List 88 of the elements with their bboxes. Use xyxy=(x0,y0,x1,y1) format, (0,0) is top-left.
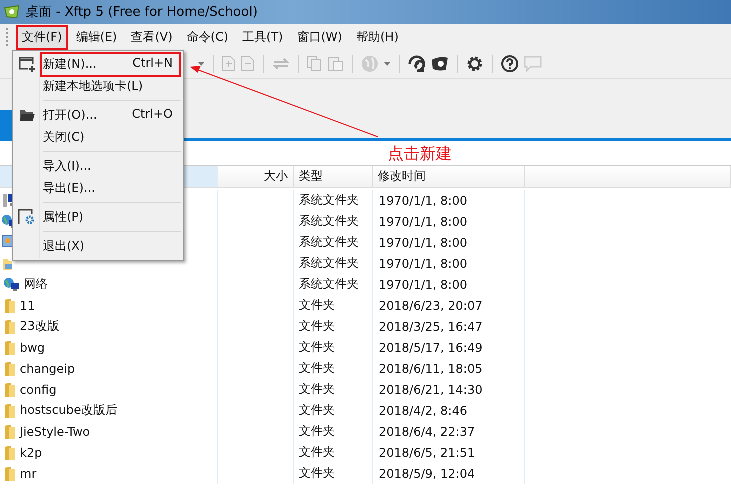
file-name: JieStyle-Two xyxy=(20,424,90,438)
folder-icon xyxy=(4,298,16,314)
file-type: 系统文件夹 xyxy=(299,276,359,293)
control-panel-icon xyxy=(2,235,12,250)
chat-icon[interactable] xyxy=(524,56,542,72)
new-window-icon xyxy=(19,56,35,72)
file-type: 文件夹 xyxy=(299,444,335,461)
menu-item[interactable]: 查看(V) xyxy=(125,24,179,50)
modified-time: 1970/1/1, 8:00 xyxy=(379,256,468,270)
menu-item[interactable]: 退出(X) xyxy=(41,234,181,258)
file-type: 系统文件夹 xyxy=(299,255,359,272)
copy-icon[interactable] xyxy=(307,56,323,72)
file-name: k2p xyxy=(20,446,42,460)
modified-time: 1970/1/1, 8:00 xyxy=(379,236,468,250)
menu-item[interactable]: 属性(P) xyxy=(41,204,181,230)
file-type: 文件夹 xyxy=(299,423,335,440)
modified-time: 2018/4/2, 8:46 xyxy=(379,404,468,418)
file-type: 系统文件夹 xyxy=(299,234,359,251)
modified-time: 1970/1/1, 8:00 xyxy=(379,214,468,228)
modified-time: 2018/3/25, 16:47 xyxy=(379,320,483,334)
file-name: mr xyxy=(20,466,37,480)
folder-icon xyxy=(4,340,16,356)
file-name: 网络 xyxy=(24,276,48,293)
menu-item[interactable]: 新建(N)... Ctrl+N xyxy=(40,52,181,76)
menu-item[interactable]: 导入(I)... xyxy=(41,154,181,178)
caret-icon[interactable] xyxy=(384,62,391,66)
file-type: 文件夹 xyxy=(299,297,335,314)
modified-time: 2018/6/21, 14:30 xyxy=(379,382,483,396)
folder-icon xyxy=(4,360,16,376)
app-icon xyxy=(4,5,20,19)
caret-icon[interactable] xyxy=(198,62,205,66)
file-type: 文件夹 xyxy=(299,360,335,377)
menu-item[interactable]: 编辑(E) xyxy=(70,24,124,50)
modified-time: 2018/6/4, 22:37 xyxy=(379,424,476,438)
folder-icon xyxy=(4,318,16,334)
modified-time: 2018/5/9, 12:04 xyxy=(379,466,476,480)
folder-icon xyxy=(4,382,16,398)
folder-icon xyxy=(4,466,16,482)
file-type: 系统文件夹 xyxy=(299,192,359,209)
window-title: 桌面 - Xftp 5 (Free for Home/School) xyxy=(26,4,258,21)
menu-item[interactable]: 窗口(W) xyxy=(291,24,348,50)
column-header[interactable]: 大小 xyxy=(218,166,294,187)
modified-time: 1970/1/1, 8:00 xyxy=(379,278,468,292)
tab[interactable] xyxy=(0,110,12,138)
column-header[interactable]: 类型 xyxy=(294,166,373,187)
file-type: 文件夹 xyxy=(299,318,335,335)
library-icon xyxy=(2,256,12,271)
network-icon xyxy=(4,277,20,292)
file-type: 系统文件夹 xyxy=(299,213,359,230)
menu-item[interactable]: 导出(E)... xyxy=(41,176,181,200)
modified-time: 1970/1/1, 8:00 xyxy=(379,194,468,208)
paste-icon[interactable] xyxy=(328,56,344,72)
properties-icon xyxy=(18,209,36,225)
menu-item[interactable]: 关闭(C) xyxy=(41,124,181,150)
menu-item[interactable]: 帮助(H) xyxy=(350,24,405,50)
globe-icon[interactable] xyxy=(361,55,379,73)
modified-time: 2018/5/17, 16:49 xyxy=(379,340,483,354)
folder-icon xyxy=(4,424,16,440)
swirl-icon[interactable] xyxy=(408,55,426,73)
transfer-icon[interactable] xyxy=(272,57,290,71)
computer-icon xyxy=(2,193,12,208)
menu-item[interactable]: 文件(F) xyxy=(16,24,68,50)
menu-item[interactable]: 新建本地选项卡(L) xyxy=(41,74,181,98)
file-name: config xyxy=(20,382,57,396)
modified-time: 2018/6/23, 20:07 xyxy=(379,298,483,312)
file-type: 文件夹 xyxy=(299,465,335,482)
file-name: changeip xyxy=(20,362,76,376)
file-name: 23改版 xyxy=(20,318,60,335)
file-type: 文件夹 xyxy=(299,339,335,356)
settings-icon[interactable] xyxy=(466,55,484,73)
menu-item[interactable]: 命令(C) xyxy=(180,24,235,50)
document-icon[interactable] xyxy=(222,56,236,72)
folder-icon xyxy=(19,108,35,122)
document-icon[interactable] xyxy=(241,56,255,72)
menu-item[interactable]: 打开(O)... Ctrl+O xyxy=(41,102,181,128)
column-header[interactable]: 修改时间 xyxy=(373,166,525,187)
file-name: hostscube改版后 xyxy=(20,402,118,419)
annotation-text: 点击新建 xyxy=(388,144,452,165)
folder-icon xyxy=(4,402,16,418)
file-type: 文件夹 xyxy=(299,381,335,398)
modified-time: 2018/6/11, 18:05 xyxy=(379,362,483,376)
modified-time: 2018/6/5, 21:51 xyxy=(379,446,476,460)
help-icon[interactable] xyxy=(501,55,519,73)
file-name: bwg xyxy=(20,340,46,354)
file-name: 11 xyxy=(20,298,36,312)
menu-item[interactable]: 工具(T) xyxy=(236,24,290,50)
folder-icon xyxy=(4,444,16,460)
file-type: 文件夹 xyxy=(299,402,335,419)
